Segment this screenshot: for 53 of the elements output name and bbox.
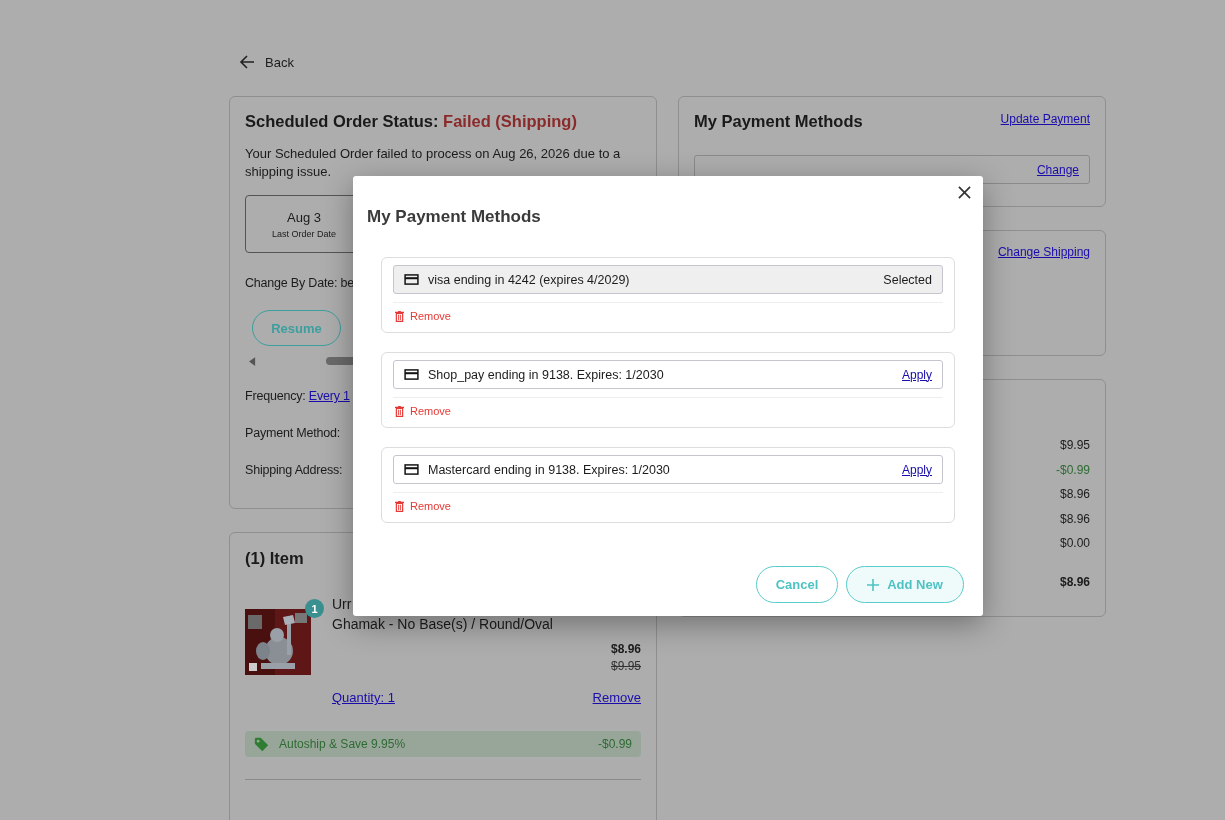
frequency-label: Frequency: — [245, 389, 306, 403]
status-value: Failed (Shipping) — [443, 112, 577, 130]
remove-button[interactable]: Remove — [393, 500, 451, 512]
status-title: Scheduled Order Status: — [245, 112, 439, 130]
tag-icon — [254, 736, 269, 752]
payment-method-label: Mastercard ending in 9138. Expires: 1/2030 — [428, 462, 671, 477]
trash-icon — [395, 500, 404, 512]
status-message: Your Scheduled Order failed to process on Aug 26, 2026 due to a shipping issue. — [245, 145, 622, 181]
trash-icon — [395, 405, 404, 417]
payment-method-row[interactable]: Mastercard ending in 9138. Expires: 1/2030 Apply — [393, 455, 943, 484]
shipping-address-label: Shipping Address: — [245, 463, 343, 477]
selected-label: Selected — [883, 272, 932, 287]
change-link[interactable]: Change — [1036, 162, 1079, 177]
quantity-badge: 1 — [305, 599, 324, 618]
payment-title: My Payment Methods — [694, 112, 863, 131]
scroll-left-arrow-icon[interactable] — [249, 356, 256, 366]
remove-link[interactable]: Remove — [592, 690, 641, 705]
payment-method-row[interactable]: visa ending in 4242 (expires 4/2029) Selected — [393, 265, 943, 294]
back-arrow-icon[interactable] — [239, 54, 255, 70]
summary-value: $8.96 — [1059, 574, 1090, 589]
summary-value: $8.96 — [1059, 487, 1090, 502]
sale-price: $8.96 — [609, 642, 641, 656]
close-icon[interactable] — [958, 186, 971, 199]
summary-value: $8.96 — [1059, 511, 1090, 526]
payment-method-row[interactable]: Shop_pay ending in 9138. Expires: 1/2030 Apply — [393, 360, 943, 389]
product-name: Ghamak - No Base(s) / Round/Oval — [332, 615, 554, 634]
plus-icon — [867, 578, 880, 591]
items-title: (1) Item — [245, 549, 305, 568]
remove-button[interactable]: Remove — [393, 405, 451, 417]
product-name: Urr — [332, 595, 353, 614]
discount-label: Autoship & Save 9.95% — [279, 737, 407, 751]
credit-card-icon — [404, 274, 419, 285]
discount-amount: -$0.99 — [597, 737, 632, 751]
summary-value: $0.00 — [1059, 536, 1090, 551]
credit-card-icon — [404, 369, 419, 380]
update-payment-link[interactable]: Update Payment — [1000, 112, 1090, 126]
dialog-title: My Payment Methods — [367, 207, 542, 227]
trash-icon — [395, 310, 404, 322]
original-price: $9.95 — [609, 659, 641, 673]
payment-method-label: Payment Method: — [245, 426, 340, 440]
frequency-link[interactable]: Every 1 — [308, 389, 350, 403]
summary-value: $9.95 — [1059, 438, 1090, 452]
summary-value: -$0.99 — [1055, 462, 1090, 477]
credit-card-icon — [404, 464, 419, 475]
quantity-link[interactable]: Quantity: 1 — [332, 690, 395, 705]
remove-button[interactable]: Remove — [393, 310, 451, 322]
back-link[interactable]: Back — [265, 54, 294, 70]
payment-method-label: visa ending in 4242 (expires 4/2029) — [428, 272, 631, 287]
apply-link[interactable]: Apply — [901, 367, 932, 382]
apply-link[interactable]: Apply — [901, 462, 932, 477]
payment-method-label: Shop_pay ending in 9138. Expires: 1/2030 — [428, 367, 665, 382]
change-by-date: Change By Date: be — [245, 276, 354, 290]
change-shipping-link[interactable]: Change Shipping — [997, 245, 1090, 259]
